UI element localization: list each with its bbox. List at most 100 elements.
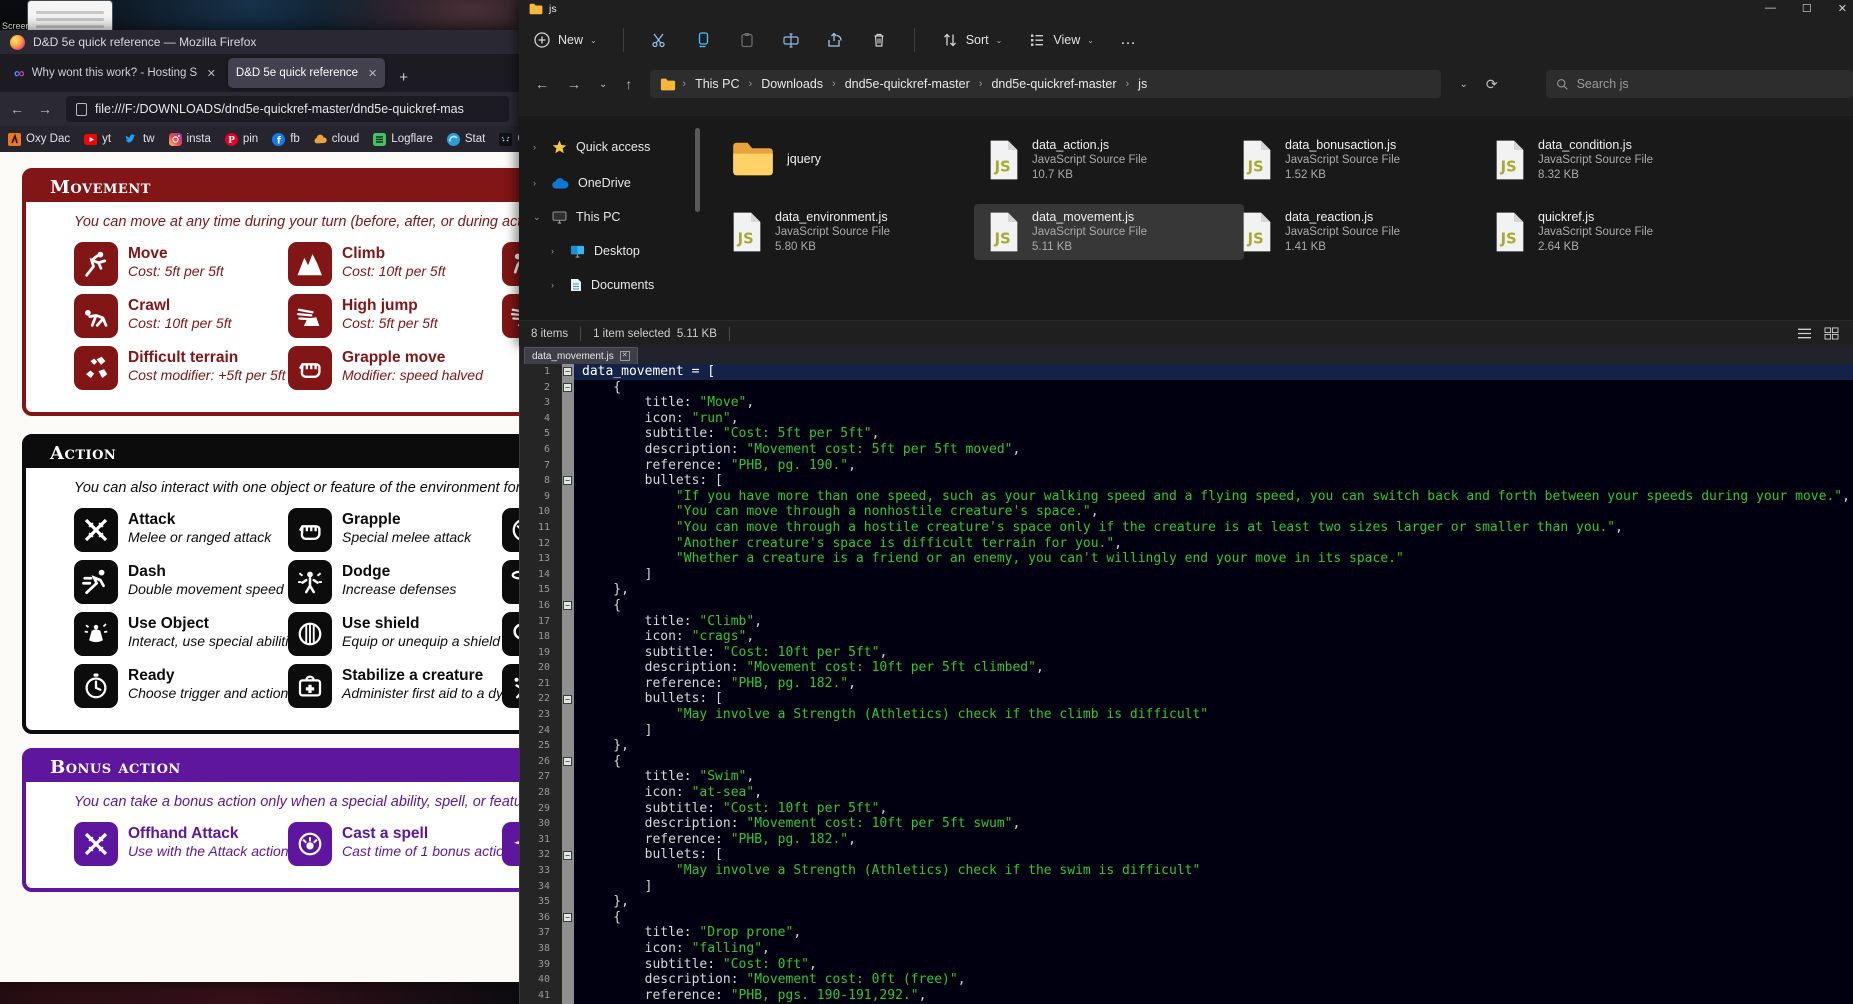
card-improvise[interactable]: ImproviseAny action not on this list [502, 664, 519, 708]
close-tab-icon[interactable]: ✕ [619, 351, 630, 361]
bookmark-fb[interactable]: f fb [272, 132, 300, 146]
fold-marker-line-16[interactable]: − [563, 601, 572, 610]
paste-button[interactable] [738, 31, 756, 49]
share-button[interactable] [826, 31, 844, 49]
chevron-icon[interactable]: › [533, 142, 543, 152]
file-tile-data-movement-js[interactable]: JS data_movement.js JavaScript Source File… [974, 204, 1244, 260]
bookmark-tw[interactable]: tw [125, 133, 155, 146]
file-tile-data-action-js[interactable]: JS data_action.js JavaScript Source File 10… [974, 132, 1244, 188]
fold-marker-line-22[interactable]: − [563, 694, 572, 704]
bookmark-oxy-dac[interactable]: Oxy Dac [8, 132, 70, 146]
file-tile-data-environment-js[interactable]: JS data_environment.js JavaScript Source F… [717, 204, 987, 260]
card-offhand-attack[interactable]: Offhand Attack Use with the Attack action [74, 822, 289, 866]
fold-marker-line-26[interactable]: − [563, 757, 572, 766]
fold-marker-line-8[interactable]: − [563, 476, 572, 486]
card-stabilize-a-creature[interactable]: Stabilize a creature Administer first aid… [288, 664, 519, 708]
close-button[interactable]: ✕ [1838, 2, 1847, 15]
card-grapple-move[interactable]: Grapple move Modifier: speed halved [288, 346, 502, 390]
back-icon[interactable]: ← [10, 101, 24, 117]
browser-tab-1[interactable]: D&D 5e quick reference ✕ [227, 58, 386, 88]
view-button[interactable]: View ⌄ [1028, 31, 1094, 49]
chevron-icon[interactable]: › [551, 246, 561, 256]
code-area[interactable]: data_movement = [ { title: "Move", icon:… [574, 364, 1853, 1004]
file-tile-quickref-js[interactable]: JS quickref.js JavaScript Source File 2.64 … [1480, 204, 1750, 260]
breadcrumb-item-1[interactable]: Downloads [754, 77, 830, 91]
card-cast-a-spell[interactable]: Cast a spell Cast time of 1 bonus action [288, 822, 512, 866]
card-search[interactable]: Search [502, 612, 519, 656]
sidebar-item-desktop[interactable]: › Desktop [551, 240, 640, 262]
breadcrumb-item-4[interactable]: js [1131, 77, 1154, 91]
address-dropdown-icon[interactable]: ⌄ [1459, 79, 1467, 90]
up-icon[interactable]: ↑ [625, 76, 632, 92]
forward-icon[interactable]: → [38, 101, 52, 117]
more-button[interactable]: … [1120, 31, 1137, 49]
card-clipped[interactable] [502, 822, 519, 866]
bookmark-o[interactable]: O [499, 132, 519, 146]
card-ready[interactable]: Ready Choose trigger and action [74, 664, 288, 708]
bookmark-stat[interactable]: Stat [446, 132, 485, 146]
card-move[interactable]: Move Cost: 5ft per 5ft [74, 242, 288, 286]
breadcrumb-item-0[interactable]: This PC [688, 77, 746, 91]
breadcrumb[interactable]: › This PC › Downloads › dnd5e-quickref-master… [650, 70, 1442, 98]
forward-icon[interactable]: → [567, 76, 581, 92]
maximize-button[interactable]: ☐ [1802, 2, 1812, 15]
firefox-titlebar[interactable]: D&D 5e quick reference — Mozilla Firefox [0, 30, 519, 54]
file-tile-data-condition-js[interactable]: JS data_condition.js JavaScript Source Fil… [1480, 132, 1750, 188]
bookmark-insta[interactable]: insta [168, 132, 211, 146]
card-use-shield[interactable]: Use shield Equip or unequip a shield [288, 612, 502, 656]
card-use-object[interactable]: Use Object Interact, use special abilitie… [74, 612, 303, 656]
card-dash[interactable]: Dash Double movement speed [74, 560, 288, 604]
chevron-icon[interactable]: › [551, 280, 561, 290]
details-view-icon[interactable] [1797, 327, 1812, 340]
delete-button[interactable] [870, 31, 888, 49]
card-long-jump[interactable]: Long jumpCost: 5ft per 5ft [502, 294, 519, 338]
sort-button[interactable]: Sort ⌄ [941, 31, 1002, 49]
sidebar-item-quick-access[interactable]: › Quick access [533, 136, 650, 158]
card-attack[interactable]: Attack Melee or ranged attack [74, 508, 288, 552]
explorer-tab[interactable]: js — ☐ ✕ [519, 0, 1853, 17]
fold-margin[interactable]: − − − − − − − − [562, 364, 574, 1004]
back-icon[interactable]: ← [535, 76, 549, 92]
refresh-icon[interactable]: ⟳ [1486, 76, 1498, 93]
card-difficult-terrain[interactable]: Difficult terrain Cost modifier: +5ft per… [74, 346, 288, 390]
card-drop-prone[interactable]: Drop proneCost: 0ft [502, 242, 519, 286]
editor-tab[interactable]: data_movement.js ✕ [524, 347, 638, 364]
bookmark-cloud[interactable]: cloud [314, 133, 359, 146]
card-climb[interactable]: Climb Cost: 10ft per 5ft [288, 242, 502, 286]
recent-chevron-icon[interactable]: ⌄ [599, 79, 607, 90]
sidebar-item-onedrive[interactable]: › OneDrive [533, 172, 631, 194]
card-escape[interactable]: EscapeEscape a grapple [502, 560, 519, 604]
card-crawl[interactable]: Crawl Cost: 10ft per 5ft [74, 294, 288, 338]
file-tile-data-bonusaction-js[interactable]: JS data_bonusaction.js JavaScript Source F… [1227, 132, 1497, 188]
close-tab-icon[interactable]: ✕ [207, 67, 216, 80]
sidebar-item-documents[interactable]: › Documents [551, 274, 654, 296]
search-input[interactable]: Search js [1545, 70, 1853, 98]
card-grapple[interactable]: Grapple Special melee attack [288, 508, 502, 552]
copy-button[interactable] [694, 31, 712, 49]
url-bar[interactable]: file:///F:/DOWNLOADS/dnd5e-quickref-mast… [66, 96, 509, 122]
cut-button[interactable] [650, 31, 668, 49]
file-tile-jquery[interactable]: jquery [717, 132, 987, 186]
new-tab-button[interactable]: + [389, 69, 418, 88]
sidebar-scrollbar[interactable] [695, 128, 700, 212]
rename-button[interactable] [782, 31, 800, 49]
card-dodge[interactable]: Dodge Increase defenses [288, 560, 502, 604]
minimize-button[interactable]: — [1765, 2, 1776, 15]
breadcrumb-item-2[interactable]: dnd5e-quickref-master [838, 77, 977, 91]
file-tile-data-reaction-js[interactable]: JS data_reaction.js JavaScript Source File… [1227, 204, 1497, 260]
fold-marker-line-2[interactable]: − [563, 382, 572, 392]
fold-marker-line-36[interactable]: − [563, 913, 572, 922]
chevron-icon[interactable]: ⌄ [533, 212, 543, 223]
new-button[interactable]: New ⌄ [533, 31, 597, 49]
bookmark-pin[interactable]: Ppin [224, 132, 258, 146]
breadcrumb-item-3[interactable]: dnd5e-quickref-master [984, 77, 1123, 91]
bookmark-logflare[interactable]: Logflare [373, 132, 433, 146]
bookmark-yt[interactable]: yt [84, 133, 111, 146]
tiles-view-icon[interactable] [1824, 327, 1839, 340]
card-high-jump[interactable]: High jump Cost: 5ft per 5ft [288, 294, 502, 338]
chevron-icon[interactable]: › [533, 178, 543, 188]
fold-marker-line-32[interactable]: − [563, 850, 572, 860]
browser-tab-0[interactable]: ∞ Why wont this work? - Hosting S ✕ [6, 58, 224, 88]
close-tab-icon[interactable]: ✕ [368, 67, 377, 80]
sidebar-item-this-pc[interactable]: ⌄ This PC [533, 206, 620, 228]
